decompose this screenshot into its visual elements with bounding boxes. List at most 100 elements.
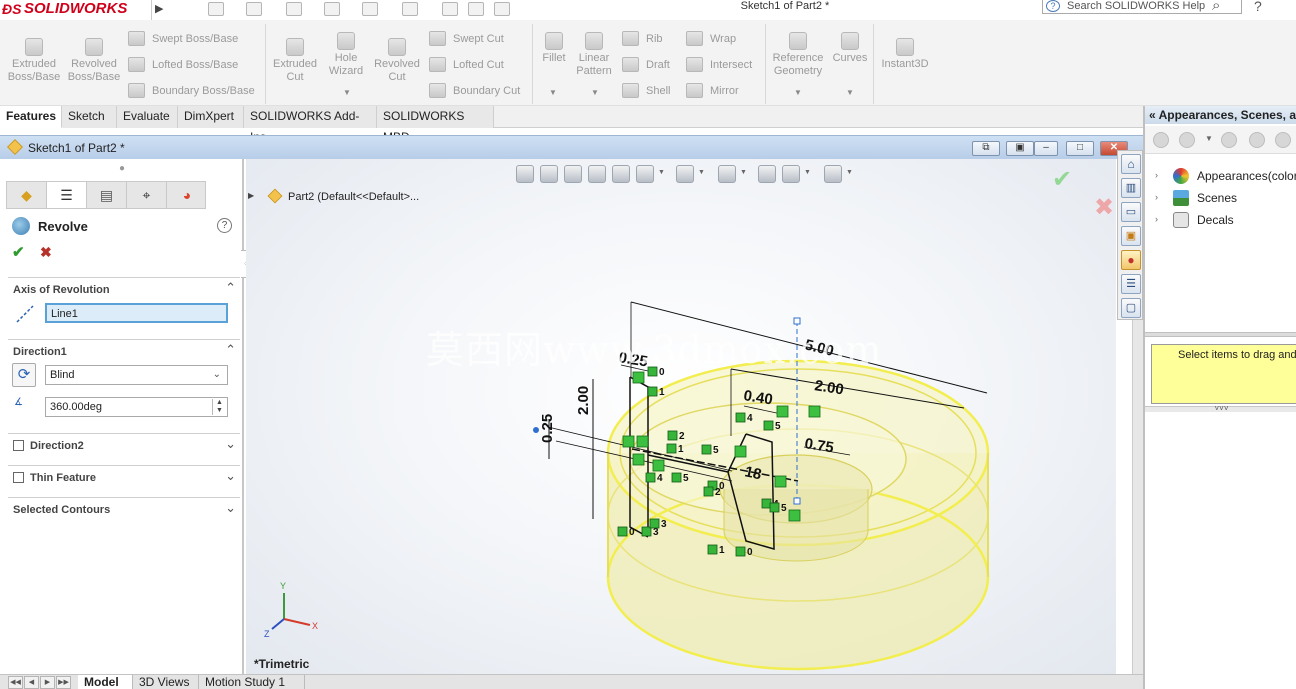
print-icon[interactable] [324, 2, 340, 16]
intersect-button[interactable]: Intersect [686, 57, 752, 72]
appearances-tab[interactable]: ● [1121, 250, 1141, 270]
dimension-label[interactable]: 18 [743, 463, 763, 483]
file-properties-icon[interactable] [468, 2, 484, 16]
draft-button[interactable]: Draft [622, 57, 670, 72]
view-palette-tab[interactable]: ▣ [1121, 226, 1141, 246]
expand-arrow-icon[interactable]: › [1155, 192, 1158, 202]
add-to-library-icon[interactable] [1221, 132, 1237, 148]
save-icon[interactable] [286, 2, 302, 16]
lofted-cut-button[interactable]: Lofted Cut [429, 57, 504, 72]
curves-button[interactable]: Curves [830, 32, 870, 65]
relation-marker[interactable] [647, 386, 658, 397]
selected-contours-group[interactable]: Selected Contours ⌄ [8, 497, 240, 519]
last-tab-icon[interactable]: ▶▶ [56, 676, 71, 689]
reverse-direction-button[interactable]: ⟳ [12, 363, 36, 387]
tab-evaluate[interactable]: Evaluate [117, 106, 178, 128]
tab-model[interactable]: Model [78, 675, 133, 689]
expand-arrow-icon[interactable]: › [1155, 170, 1158, 180]
solidworks-logo[interactable]: ƉS SOLIDWORKS [0, 0, 152, 20]
pane-splitter[interactable] [1145, 332, 1296, 337]
scene-dropdown-icon[interactable]: ▼ [804, 169, 811, 176]
relation-marker[interactable] [617, 526, 628, 537]
lofted-boss-button[interactable]: Lofted Boss/Base [128, 57, 238, 72]
extruded-cut-button[interactable]: Extruded Cut [268, 38, 322, 84]
direction2-group[interactable]: Direction2 ⌄ [8, 433, 240, 455]
options-gear-icon[interactable] [494, 2, 510, 16]
instant3d-button[interactable]: Instant3D [876, 38, 934, 71]
view-orientation-icon[interactable] [636, 165, 654, 183]
relation-marker[interactable] [649, 518, 660, 529]
help-menu-button[interactable]: ? [1254, 0, 1262, 14]
history-dropdown-icon[interactable]: ▼ [1205, 134, 1213, 143]
rebuild-icon[interactable] [442, 2, 458, 16]
view-orientation-dropdown-icon[interactable]: ▼ [658, 169, 665, 176]
swept-boss-button[interactable]: Swept Boss/Base [128, 31, 238, 46]
relation-marker[interactable] [703, 486, 714, 497]
feature-tree-part[interactable]: Part2 (Default<<Default>... [288, 191, 419, 203]
previous-view-icon[interactable] [564, 165, 582, 183]
relation-marker[interactable] [636, 435, 649, 448]
swept-cut-button[interactable]: Swept Cut [429, 31, 504, 46]
undo-icon[interactable] [362, 2, 378, 16]
angle-input[interactable]: 360.00deg ▲ ▼ [45, 397, 228, 417]
relation-marker[interactable] [808, 405, 821, 418]
mirror-button[interactable]: Mirror [686, 83, 739, 98]
feature-manager-tab[interactable]: ◆ [7, 182, 47, 208]
direction2-checkbox[interactable] [13, 440, 24, 451]
relation-marker[interactable] [735, 412, 746, 423]
previous-tab-icon[interactable]: ◀ [24, 676, 39, 689]
help-button[interactable]: ? [217, 218, 232, 233]
new-document-icon[interactable] [208, 2, 224, 16]
relation-marker[interactable] [622, 435, 635, 448]
hole-wizard-dropdown-icon[interactable]: ▼ [343, 88, 351, 97]
fillet-dropdown-icon[interactable]: ▼ [549, 88, 557, 97]
revolved-cut-button[interactable]: Revolved Cut [370, 38, 424, 84]
view-settings-dropdown-icon[interactable]: ▼ [846, 169, 853, 176]
dynamic-annotation-icon[interactable] [612, 165, 630, 183]
cancel-button[interactable]: ✖ [40, 244, 52, 261]
dimension-label[interactable]: 2.00 [575, 386, 592, 415]
spin-buttons[interactable]: ▲ ▼ [212, 399, 226, 415]
relation-marker[interactable] [666, 443, 677, 454]
open-document-icon[interactable] [246, 2, 262, 16]
forum-tab[interactable]: ▢ [1121, 298, 1141, 318]
relation-marker[interactable] [632, 453, 645, 466]
relation-marker[interactable] [735, 546, 746, 557]
custom-properties-tab[interactable]: ☰ [1121, 274, 1141, 294]
zoom-to-fit-icon[interactable] [516, 165, 534, 183]
file-explorer-tab[interactable]: ▭ [1121, 202, 1141, 222]
pattern-dropdown-icon[interactable]: ▼ [591, 88, 599, 97]
rib-button[interactable]: Rib [622, 31, 663, 46]
hide-show-items-icon[interactable] [718, 165, 736, 183]
relation-marker[interactable] [645, 472, 656, 483]
select-icon[interactable] [402, 2, 418, 16]
graphics-area[interactable]: 5.00 2.00 0.40 0.75 0.25 2.00 0.25 18 01… [246, 159, 1116, 674]
thin-feature-group[interactable]: Thin Feature ⌄ [8, 465, 240, 487]
search-icon[interactable]: ⌕ [1212, 0, 1220, 14]
relation-marker[interactable] [769, 502, 780, 513]
tab-mbd[interactable]: SOLIDWORKS MBD [377, 106, 494, 144]
wrap-button[interactable]: Wrap [686, 31, 736, 46]
relation-marker[interactable] [734, 445, 747, 458]
relation-marker[interactable] [652, 459, 665, 472]
linear-pattern-button[interactable]: Linear Pattern [572, 32, 616, 78]
hide-show-dropdown-icon[interactable]: ▼ [740, 169, 747, 176]
dimension-label[interactable]: 0.25 [539, 414, 556, 443]
display-style-dropdown-icon[interactable]: ▼ [698, 169, 705, 176]
tile-window-button[interactable]: ▣ [1006, 141, 1034, 156]
relation-marker[interactable] [671, 472, 682, 483]
boundary-boss-button[interactable]: Boundary Boss/Base [128, 83, 255, 98]
collapse-pane-icon[interactable]: « [1149, 108, 1156, 122]
expand-tree-icon[interactable]: ▶ [248, 191, 254, 200]
panel-grip-icon[interactable]: ● [0, 162, 244, 176]
zoom-to-area-icon[interactable] [540, 165, 558, 183]
reference-geometry-button[interactable]: Reference Geometry [768, 32, 828, 78]
confirmation-ok-icon[interactable]: ✔ [1052, 165, 1072, 194]
pane-resize-handle[interactable]: ˅˅˅ [1145, 405, 1296, 413]
boundary-cut-button[interactable]: Boundary Cut [429, 83, 520, 98]
section-view-icon[interactable] [588, 165, 606, 183]
tab-dimxpert[interactable]: DimXpert [178, 106, 244, 128]
relation-marker[interactable] [774, 475, 787, 488]
hole-wizard-button[interactable]: Hole Wizard [322, 32, 370, 78]
minimize-window-button[interactable]: – [1034, 141, 1058, 156]
